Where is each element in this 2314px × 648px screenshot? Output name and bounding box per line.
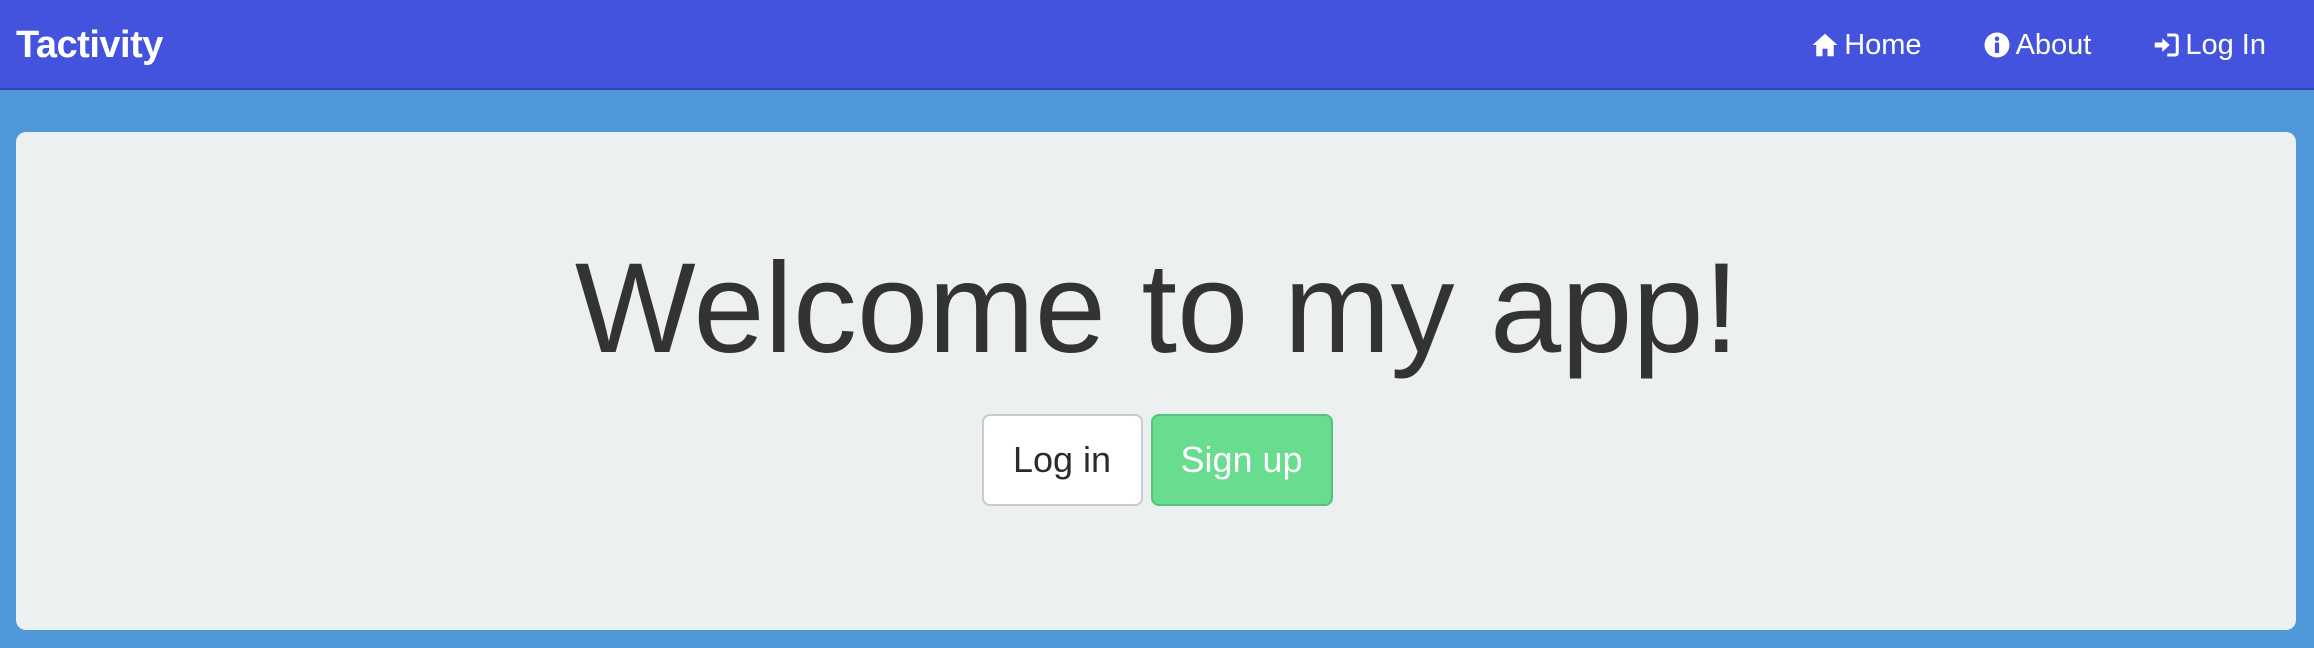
login-button[interactable]: Log in [981,414,1143,506]
navbar: Tactivity Home About Log In [0,0,2314,90]
nav-home-label: Home [1844,29,1922,61]
nav-home-link[interactable]: Home [1810,25,1922,65]
nav-about-label: About [2015,29,2092,61]
log-in-icon [2151,30,2181,60]
nav-links: Home About Log In [1750,20,2266,70]
home-icon [1810,30,1840,60]
hero-actions: Log in Sign up [0,414,2314,506]
brand-logo[interactable]: Tactivity [16,22,163,68]
nav-login-link[interactable]: Log In [2151,25,2266,65]
info-circle-icon [1982,30,2012,60]
hero-title: Welcome to my app! [574,237,1740,380]
nav-about-link[interactable]: About [1982,25,2092,65]
nav-login-label: Log In [2185,29,2266,61]
signup-button[interactable]: Sign up [1150,414,1333,506]
